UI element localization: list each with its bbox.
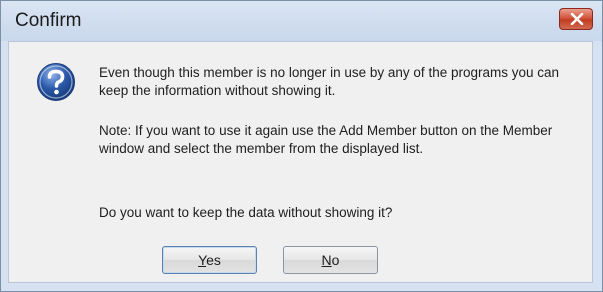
message-question: Do you want to keep the data without sho… [99,205,393,220]
close-button[interactable] [559,8,593,30]
no-button[interactable]: No [283,246,378,274]
yes-mnemonic: Y [198,252,207,268]
no-label-rest: o [331,252,340,268]
message-paragraph-1: Even though this member is no longer in … [99,65,560,98]
yes-button[interactable]: Yes [162,246,257,274]
dialog-body: Even though this member is no longer in … [8,41,593,283]
title-bar[interactable]: Confirm [1,1,602,41]
close-icon [570,13,584,25]
confirm-dialog: Confirm Even though this member is no lo… [0,0,603,292]
no-mnemonic: N [321,252,332,268]
dialog-title: Confirm [15,10,82,31]
question-icon [37,63,75,101]
yes-label-rest: es [206,252,221,268]
message-paragraph-2: Note: If you want to use it again use th… [99,123,553,156]
